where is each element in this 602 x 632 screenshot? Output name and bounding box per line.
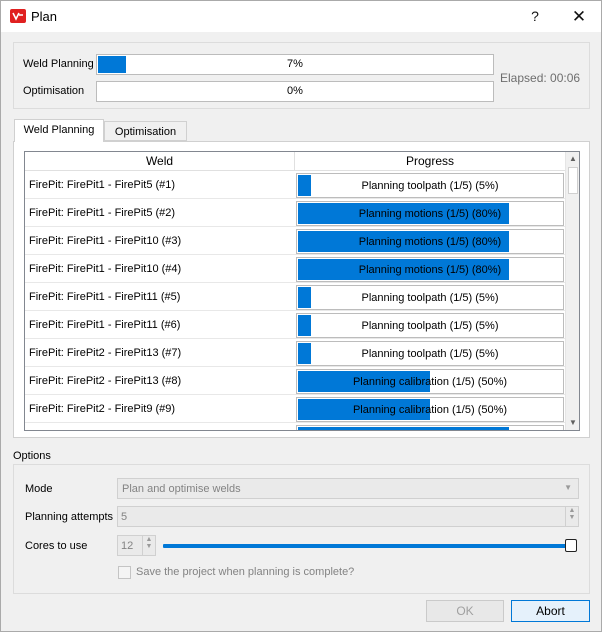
table-row[interactable]: FirePit: FirePit2 - FirePit13 (#8) Planni… bbox=[25, 367, 565, 395]
weld-planning-progress-bar: 7% bbox=[96, 54, 494, 75]
row-progress-text: Planning motions (1/5) (80%) bbox=[358, 264, 502, 276]
optimisation-progress-bar: 0% bbox=[96, 81, 494, 102]
tab-weld-planning[interactable]: Weld Planning bbox=[14, 119, 104, 142]
planning-attempts-value: 5 bbox=[121, 511, 128, 523]
scroll-down-arrow-icon[interactable]: ▼ bbox=[566, 416, 579, 430]
row-progress-text: Planning toolpath (1/5) (5%) bbox=[361, 292, 499, 304]
table-row[interactable]: FirePit: FirePit1 - FirePit11 (#5) Planni… bbox=[25, 283, 565, 311]
app-logo-icon bbox=[10, 9, 26, 23]
row-progress-text: Planning toolpath (1/5) (5%) bbox=[361, 348, 499, 360]
weld-cell: FirePit: FirePit1 - FirePit11 (#6) bbox=[29, 319, 181, 331]
optimisation-label: Optimisation bbox=[23, 85, 85, 97]
abort-button[interactable]: Abort bbox=[511, 600, 590, 622]
window-title: Plan bbox=[31, 9, 58, 24]
column-header-weld[interactable]: Weld bbox=[25, 152, 295, 171]
table-row[interactable]: FirePit: FirePit1 - FirePit5 (#2) Plannin… bbox=[25, 199, 565, 227]
row-progress-bar bbox=[296, 425, 564, 430]
title-bar: Plan ? ✕ bbox=[1, 1, 601, 32]
row-progress-bar: Planning calibration (1/5) (50%) bbox=[296, 397, 564, 422]
row-progress-text: Planning toolpath (1/5) (5%) bbox=[361, 320, 499, 332]
weld-cell: FirePit: FirePit2 - FirePit9 (#9) bbox=[29, 403, 176, 415]
table-row[interactable]: FirePit: FirePit1 - FirePit10 (#3) Planni… bbox=[25, 227, 565, 255]
mode-label: Mode bbox=[25, 483, 53, 495]
weld-cell: FirePit: FirePit1 - FirePit10 (#3) bbox=[29, 235, 182, 247]
cores-slider-handle[interactable] bbox=[565, 539, 577, 552]
save-project-checkbox[interactable] bbox=[118, 566, 131, 579]
optimisation-progress-text: 0% bbox=[287, 85, 303, 97]
cores-label: Cores to use bbox=[25, 540, 88, 552]
cores-value: 12 bbox=[121, 540, 134, 552]
weld-cell: FirePit: FirePit1 - FirePit10 (#4) bbox=[29, 263, 182, 275]
row-progress-bar: Planning motions (1/5) (80%) bbox=[296, 257, 564, 282]
row-progress-bar: Planning toolpath (1/5) (5%) bbox=[296, 285, 564, 310]
weld-cell: FirePit: FirePit2 - FirePit13 (#8) bbox=[29, 375, 182, 387]
row-progress-bar: Planning toolpath (1/5) (5%) bbox=[296, 173, 564, 198]
weld-planning-progress-text: 7% bbox=[287, 58, 303, 70]
weld-cell: FirePit: FirePit2 - FirePit13 (#7) bbox=[29, 347, 182, 359]
weld-planning-label: Weld Planning bbox=[23, 58, 94, 70]
table-row[interactable]: FirePit: FirePit1 - FirePit11 (#6) Planni… bbox=[25, 311, 565, 339]
row-progress-text: Planning calibration (1/5) (50%) bbox=[352, 376, 508, 388]
column-header-progress[interactable]: Progress bbox=[295, 152, 565, 171]
plan-dialog: Plan ? ✕ Weld Planning 7% Optimisation 0… bbox=[0, 0, 602, 632]
weld-cell: FirePit: FirePit1 - FirePit5 (#1) bbox=[29, 179, 176, 191]
row-progress-text: Planning motions (1/5) (80%) bbox=[358, 236, 502, 248]
weld-cell: FirePit: FirePit1 - FirePit11 (#5) bbox=[29, 291, 181, 303]
row-progress-bar: Planning motions (1/5) (80%) bbox=[296, 201, 564, 226]
table-vertical-scrollbar[interactable]: ▲ ▼ bbox=[565, 152, 579, 430]
mode-select-value: Plan and optimise welds bbox=[122, 483, 241, 495]
row-progress-bar: Planning motions (1/5) (80%) bbox=[296, 229, 564, 254]
row-progress-bar: Planning calibration (1/5) (50%) bbox=[296, 369, 564, 394]
help-button[interactable]: ? bbox=[513, 1, 557, 32]
row-progress-text: Planning motions (1/5) (80%) bbox=[358, 208, 502, 220]
options-group-label: Options bbox=[13, 450, 51, 462]
mode-select[interactable]: Plan and optimise welds ▼ bbox=[117, 478, 579, 499]
table-row[interactable]: FirePit: FirePit1 - FirePit5 (#1) Plannin… bbox=[25, 171, 565, 199]
table-row[interactable]: FirePit: FirePit2 - FirePit13 (#7) Planni… bbox=[25, 339, 565, 367]
row-progress-bar: Planning toolpath (1/5) (5%) bbox=[296, 341, 564, 366]
ok-button[interactable]: OK bbox=[426, 600, 504, 622]
spin-arrows-icon[interactable]: ▲ ▼ bbox=[142, 536, 155, 555]
cores-spinbox[interactable]: 12 ▲ ▼ bbox=[117, 535, 156, 556]
row-progress-text: Planning toolpath (1/5) (5%) bbox=[361, 180, 499, 192]
spin-arrows-icon[interactable]: ▲ ▼ bbox=[565, 507, 578, 526]
elapsed-time: Elapsed: 00:06 bbox=[500, 71, 581, 85]
close-button[interactable]: ✕ bbox=[557, 1, 601, 32]
scroll-up-arrow-icon[interactable]: ▲ bbox=[566, 152, 579, 166]
cores-slider-track[interactable] bbox=[163, 544, 573, 548]
row-progress-text: Planning calibration (1/5) (50%) bbox=[352, 404, 508, 416]
scrollbar-thumb[interactable] bbox=[568, 167, 578, 194]
save-project-checkbox-label[interactable]: Save the project when planning is comple… bbox=[136, 566, 354, 578]
table-row[interactable]: FirePit: FirePit1 - FirePit10 (#4) Planni… bbox=[25, 255, 565, 283]
chevron-down-icon: ▼ bbox=[564, 483, 572, 492]
planning-attempts-label: Planning attempts bbox=[25, 511, 114, 523]
table-header: Weld Progress bbox=[25, 152, 565, 171]
row-progress-bar: Planning toolpath (1/5) (5%) bbox=[296, 313, 564, 338]
weld-cell: FirePit: FirePit1 - FirePit5 (#2) bbox=[29, 207, 176, 219]
weld-progress-table: Weld Progress FirePit: FirePit1 - FirePi… bbox=[24, 151, 580, 431]
row-progress-fill bbox=[298, 427, 509, 430]
tab-optimisation[interactable]: Optimisation bbox=[104, 121, 187, 141]
table-row[interactable] bbox=[25, 423, 565, 430]
planning-attempts-spinbox[interactable]: 5 ▲ ▼ bbox=[117, 506, 579, 527]
table-row[interactable]: FirePit: FirePit2 - FirePit9 (#9) Plannin… bbox=[25, 395, 565, 423]
